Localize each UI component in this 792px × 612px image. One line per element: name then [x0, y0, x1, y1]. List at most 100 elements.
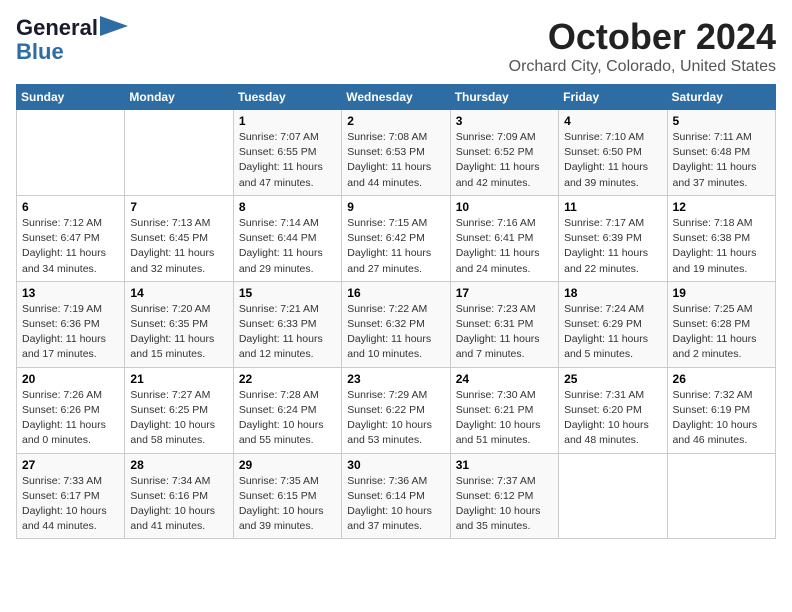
day-number: 27 [22, 458, 119, 472]
calendar-cell [17, 110, 125, 196]
day-number: 11 [564, 200, 661, 214]
day-info: Sunrise: 7:21 AM Sunset: 6:33 PM Dayligh… [239, 302, 336, 363]
day-number: 20 [22, 372, 119, 386]
calendar-week-1: 1 Sunrise: 7:07 AM Sunset: 6:55 PM Daylig… [17, 110, 776, 196]
page-header: General Blue October 2024 Orchard City, … [16, 16, 776, 76]
day-info: Sunrise: 7:13 AM Sunset: 6:45 PM Dayligh… [130, 216, 227, 277]
day-number: 31 [456, 458, 553, 472]
calendar-cell [667, 453, 775, 539]
calendar-cell: 7 Sunrise: 7:13 AM Sunset: 6:45 PM Daylig… [125, 195, 233, 281]
calendar-cell: 22 Sunrise: 7:28 AM Sunset: 6:24 PM Dayli… [233, 367, 341, 453]
day-number: 12 [673, 200, 770, 214]
day-number: 29 [239, 458, 336, 472]
calendar-cell: 28 Sunrise: 7:34 AM Sunset: 6:16 PM Dayli… [125, 453, 233, 539]
day-info: Sunrise: 7:19 AM Sunset: 6:36 PM Dayligh… [22, 302, 119, 363]
day-number: 18 [564, 286, 661, 300]
day-number: 25 [564, 372, 661, 386]
calendar-cell: 8Sunrise: 7:14 AM Sunset: 6:44 PM Daylig… [233, 195, 341, 281]
calendar-cell: 30 Sunrise: 7:36 AM Sunset: 6:14 PM Dayli… [342, 453, 450, 539]
calendar-cell: 1 Sunrise: 7:07 AM Sunset: 6:55 PM Daylig… [233, 110, 341, 196]
calendar-header-tuesday: Tuesday [233, 85, 341, 110]
day-info: Sunrise: 7:17 AM Sunset: 6:39 PM Dayligh… [564, 216, 661, 277]
calendar-cell: 20 Sunrise: 7:26 AM Sunset: 6:26 PM Dayli… [17, 367, 125, 453]
calendar-cell: 29 Sunrise: 7:35 AM Sunset: 6:15 PM Dayli… [233, 453, 341, 539]
calendar-header-sunday: Sunday [17, 85, 125, 110]
day-info: Sunrise: 7:36 AM Sunset: 6:14 PM Dayligh… [347, 474, 444, 535]
day-number: 9 [347, 200, 444, 214]
calendar-header-saturday: Saturday [667, 85, 775, 110]
day-info: Sunrise: 7:32 AM Sunset: 6:19 PM Dayligh… [673, 388, 770, 449]
day-info: Sunrise: 7:20 AM Sunset: 6:35 PM Dayligh… [130, 302, 227, 363]
calendar-header-monday: Monday [125, 85, 233, 110]
calendar-cell: 10Sunrise: 7:16 AM Sunset: 6:41 PM Dayli… [450, 195, 558, 281]
day-info: Sunrise: 7:10 AM Sunset: 6:50 PM Dayligh… [564, 130, 661, 191]
day-number: 28 [130, 458, 227, 472]
calendar-cell [559, 453, 667, 539]
day-number: 23 [347, 372, 444, 386]
day-info: Sunrise: 7:11 AM Sunset: 6:48 PM Dayligh… [673, 130, 770, 191]
day-number: 16 [347, 286, 444, 300]
calendar-cell: 25 Sunrise: 7:31 AM Sunset: 6:20 PM Dayli… [559, 367, 667, 453]
day-info: Sunrise: 7:07 AM Sunset: 6:55 PM Dayligh… [239, 130, 336, 191]
day-info: Sunrise: 7:23 AM Sunset: 6:31 PM Dayligh… [456, 302, 553, 363]
day-info: Sunrise: 7:28 AM Sunset: 6:24 PM Dayligh… [239, 388, 336, 449]
day-info: Sunrise: 7:33 AM Sunset: 6:17 PM Dayligh… [22, 474, 119, 535]
calendar-cell: 3Sunrise: 7:09 AM Sunset: 6:52 PM Daylig… [450, 110, 558, 196]
calendar-cell: 18 Sunrise: 7:24 AM Sunset: 6:29 PM Dayli… [559, 281, 667, 367]
day-info: Sunrise: 7:29 AM Sunset: 6:22 PM Dayligh… [347, 388, 444, 449]
calendar-cell: 11 Sunrise: 7:17 AM Sunset: 6:39 PM Dayli… [559, 195, 667, 281]
day-number: 15 [239, 286, 336, 300]
day-info: Sunrise: 7:08 AM Sunset: 6:53 PM Dayligh… [347, 130, 444, 191]
day-number: 30 [347, 458, 444, 472]
calendar-cell [125, 110, 233, 196]
day-number: 13 [22, 286, 119, 300]
day-number: 1 [239, 114, 336, 128]
day-info: Sunrise: 7:31 AM Sunset: 6:20 PM Dayligh… [564, 388, 661, 449]
day-number: 7 [130, 200, 227, 214]
day-info: Sunrise: 7:24 AM Sunset: 6:29 PM Dayligh… [564, 302, 661, 363]
logo-blue-text: Blue [16, 40, 64, 64]
day-info: Sunrise: 7:14 AM Sunset: 6:44 PM Dayligh… [239, 216, 336, 277]
calendar-week-5: 27 Sunrise: 7:33 AM Sunset: 6:17 PM Dayli… [17, 453, 776, 539]
calendar-cell: 27 Sunrise: 7:33 AM Sunset: 6:17 PM Dayli… [17, 453, 125, 539]
day-number: 24 [456, 372, 553, 386]
day-number: 17 [456, 286, 553, 300]
day-info: Sunrise: 7:35 AM Sunset: 6:15 PM Dayligh… [239, 474, 336, 535]
calendar-body: 1 Sunrise: 7:07 AM Sunset: 6:55 PM Daylig… [17, 110, 776, 539]
logo: General Blue [16, 16, 128, 64]
calendar-cell: 14 Sunrise: 7:20 AM Sunset: 6:35 PM Dayli… [125, 281, 233, 367]
calendar-week-2: 6 Sunrise: 7:12 AM Sunset: 6:47 PM Daylig… [17, 195, 776, 281]
calendar-cell: 31 Sunrise: 7:37 AM Sunset: 6:12 PM Dayli… [450, 453, 558, 539]
calendar-cell: 19Sunrise: 7:25 AM Sunset: 6:28 PM Dayli… [667, 281, 775, 367]
calendar-header-wednesday: Wednesday [342, 85, 450, 110]
day-number: 14 [130, 286, 227, 300]
logo-text: General [16, 16, 98, 40]
calendar-cell: 15 Sunrise: 7:21 AM Sunset: 6:33 PM Dayli… [233, 281, 341, 367]
day-info: Sunrise: 7:34 AM Sunset: 6:16 PM Dayligh… [130, 474, 227, 535]
day-number: 6 [22, 200, 119, 214]
day-info: Sunrise: 7:30 AM Sunset: 6:21 PM Dayligh… [456, 388, 553, 449]
day-info: Sunrise: 7:27 AM Sunset: 6:25 PM Dayligh… [130, 388, 227, 449]
calendar-header-thursday: Thursday [450, 85, 558, 110]
calendar-cell: 6 Sunrise: 7:12 AM Sunset: 6:47 PM Daylig… [17, 195, 125, 281]
calendar-cell: 4Sunrise: 7:10 AM Sunset: 6:50 PM Daylig… [559, 110, 667, 196]
logo-arrow-icon [100, 16, 128, 36]
day-number: 22 [239, 372, 336, 386]
month-title: October 2024 [509, 16, 776, 58]
calendar-week-4: 20 Sunrise: 7:26 AM Sunset: 6:26 PM Dayli… [17, 367, 776, 453]
day-number: 21 [130, 372, 227, 386]
day-info: Sunrise: 7:16 AM Sunset: 6:41 PM Dayligh… [456, 216, 553, 277]
calendar-cell: 24 Sunrise: 7:30 AM Sunset: 6:21 PM Dayli… [450, 367, 558, 453]
day-number: 26 [673, 372, 770, 386]
day-number: 5 [673, 114, 770, 128]
calendar-cell: 23 Sunrise: 7:29 AM Sunset: 6:22 PM Dayli… [342, 367, 450, 453]
day-info: Sunrise: 7:12 AM Sunset: 6:47 PM Dayligh… [22, 216, 119, 277]
day-info: Sunrise: 7:37 AM Sunset: 6:12 PM Dayligh… [456, 474, 553, 535]
calendar-cell: 17 Sunrise: 7:23 AM Sunset: 6:31 PM Dayli… [450, 281, 558, 367]
calendar-header-row: SundayMondayTuesdayWednesdayThursdayFrid… [17, 85, 776, 110]
calendar-header-friday: Friday [559, 85, 667, 110]
calendar-cell: 5 Sunrise: 7:11 AM Sunset: 6:48 PM Daylig… [667, 110, 775, 196]
day-info: Sunrise: 7:26 AM Sunset: 6:26 PM Dayligh… [22, 388, 119, 449]
location-subtitle: Orchard City, Colorado, United States [509, 58, 776, 76]
title-block: October 2024 Orchard City, Colorado, Uni… [509, 16, 776, 76]
